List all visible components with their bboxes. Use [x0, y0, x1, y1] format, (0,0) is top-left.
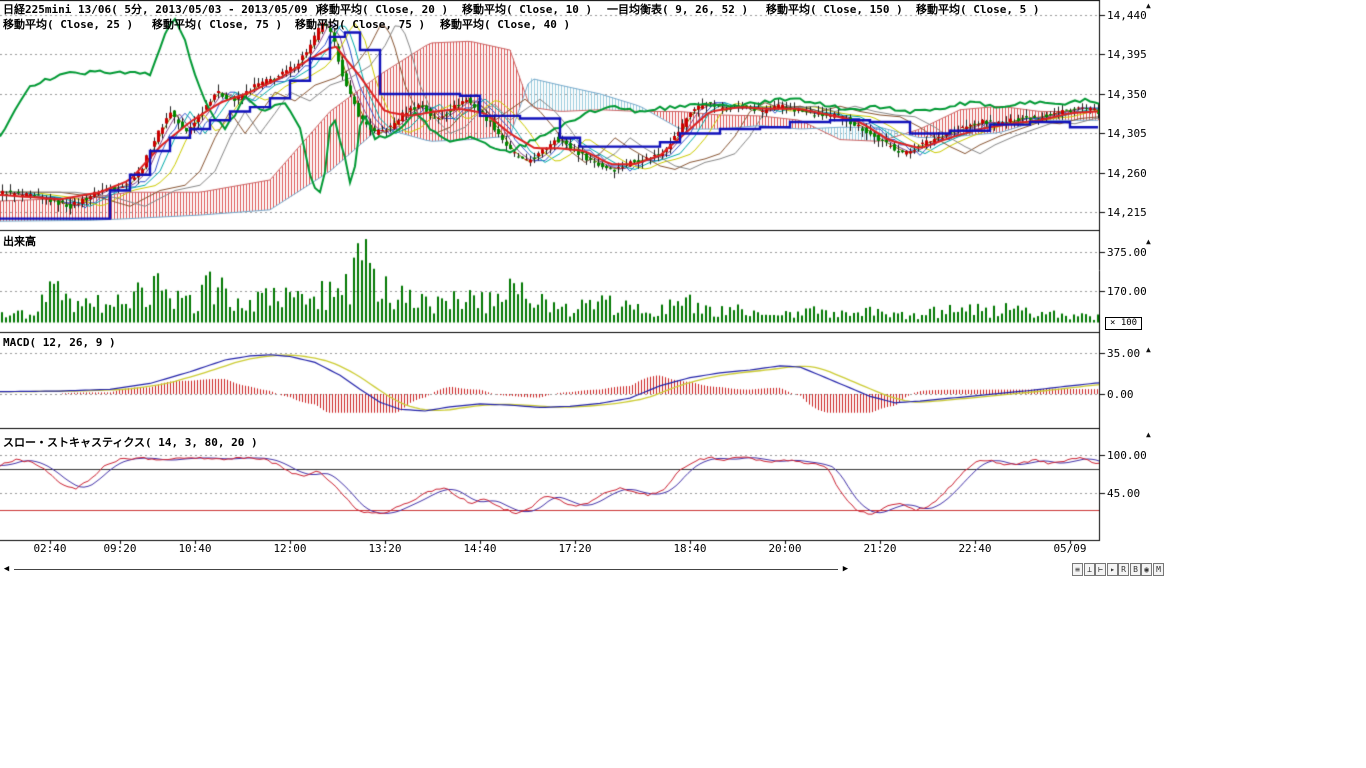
header-indicator-label: 移動平均( Close, 150 )	[766, 1, 903, 17]
chart-tool-button[interactable]: B	[1130, 563, 1141, 576]
header-indicator-label: 一目均衡表( 9, 26, 52 )	[607, 1, 748, 17]
volume-multiplier-badge: × 100	[1105, 317, 1142, 330]
chart-title: 日経225mini 13/06( 5分, 2013/05/03 - 2013/0…	[3, 1, 321, 17]
chart-tool-button[interactable]: M	[1153, 563, 1164, 576]
panel-scroll-up-button[interactable]: ▲	[1146, 2, 1151, 10]
chart-tool-button[interactable]: ⊢	[1095, 563, 1106, 576]
chart-window: 日経225mini 13/06( 5分, 2013/05/03 - 2013/0…	[0, 0, 1366, 768]
price-axis-label: 14,215	[1107, 206, 1147, 219]
price-axis-label: 14,440	[1107, 9, 1147, 22]
header-indicator-label: 移動平均( Close, 20 )	[318, 1, 448, 17]
time-axis-label: 17:20	[553, 542, 597, 555]
volume-axis-label: 375.00	[1107, 246, 1147, 259]
volume-axis-label: 170.00	[1107, 285, 1147, 298]
volume-panel-label: 出来高	[3, 233, 36, 249]
time-axis-label: 10:40	[173, 542, 217, 555]
panel-scroll-up-button[interactable]: ▲	[1146, 238, 1151, 246]
time-axis-label: 05/09	[1048, 542, 1092, 555]
macd-axis-label: 35.00	[1107, 347, 1140, 360]
time-axis-label: 21:20	[858, 542, 902, 555]
chart-tool-button[interactable]: ≡	[1072, 563, 1083, 576]
header-indicator-label: 移動平均( Close, 75 )	[152, 16, 282, 32]
time-axis-label: 12:00	[268, 542, 312, 555]
header-indicator-label: 移動平均( Close, 75 )	[295, 16, 425, 32]
time-axis-label: 18:40	[668, 542, 712, 555]
chart-tool-button[interactable]: ⊥	[1084, 563, 1095, 576]
price-axis-label: 14,305	[1107, 127, 1147, 140]
scroll-right-button[interactable]: ▶	[839, 562, 852, 576]
stoch-panel-label: スロー・ストキャスティクス( 14, 3, 80, 20 )	[3, 434, 258, 450]
chart-tool-button[interactable]: ◉	[1141, 563, 1152, 576]
time-axis-label: 13:20	[363, 542, 407, 555]
header-indicator-label: 移動平均( Close, 40 )	[440, 16, 570, 32]
chart-tool-button[interactable]: R	[1118, 563, 1129, 576]
time-axis-label: 22:40	[953, 542, 997, 555]
stoch-axis-label: 100.00	[1107, 449, 1147, 462]
header-indicator-label: 移動平均( Close, 5 )	[916, 1, 1039, 17]
macd-panel-label: MACD( 12, 26, 9 )	[3, 336, 116, 349]
scrollbar-rail[interactable]	[14, 569, 838, 570]
time-axis-label: 20:00	[763, 542, 807, 555]
price-axis-label: 14,350	[1107, 88, 1147, 101]
price-axis-label: 14,260	[1107, 167, 1147, 180]
chart-tool-button[interactable]: ▸	[1107, 563, 1118, 576]
price-axis-label: 14,395	[1107, 48, 1147, 61]
panel-scroll-up-button[interactable]: ▲	[1146, 431, 1151, 439]
chart-plot-area[interactable]	[0, 0, 1160, 546]
time-axis-label: 02:40	[28, 542, 72, 555]
stoch-axis-label: 45.00	[1107, 487, 1140, 500]
header-indicator-label: 移動平均( Close, 10 )	[462, 1, 592, 17]
time-axis-label: 14:40	[458, 542, 502, 555]
panel-scroll-up-button[interactable]: ▲	[1146, 346, 1151, 354]
scroll-left-button[interactable]: ◀	[0, 562, 13, 576]
macd-axis-label: 0.00	[1107, 388, 1134, 401]
time-axis-label: 09:20	[98, 542, 142, 555]
header-indicator-label: 移動平均( Close, 25 )	[3, 16, 133, 32]
